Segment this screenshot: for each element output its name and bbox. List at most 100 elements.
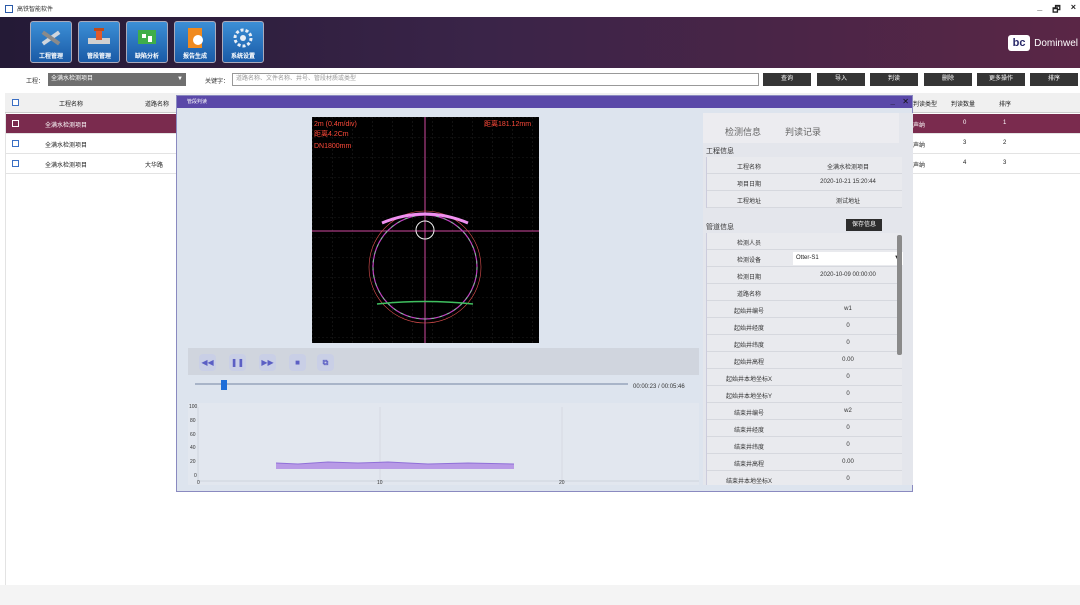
y-tick: 0 [194,473,197,479]
device-select[interactable]: Otter-S1▼ [793,252,903,265]
col-order[interactable]: 排序 [999,99,1011,108]
chevron-down-icon: ▼ [177,76,183,82]
rewind-button[interactable]: ◀◀ [199,354,216,371]
cell-interpret-count: 3 [963,140,967,146]
field-value[interactable]: 2020-10-09 00:00:00 [793,272,903,278]
field-row: 工程名称 全满水检测项目 [707,157,902,174]
y-tick: 40 [190,445,196,451]
field-value[interactable]: 0 [793,391,903,397]
field-value[interactable]: 0 [793,340,903,346]
save-info-button[interactable]: 保存信息 [846,219,882,231]
field-row: 起始井经度 0 [707,318,902,335]
system-settings-button[interactable]: 系统设置 [222,21,264,63]
gear-icon [233,28,253,48]
defect-analysis-icon [138,30,156,44]
query-button[interactable]: 查询 [763,73,811,86]
scope-corner-text: 距离181.12mm [484,119,531,128]
y-tick: 20 [190,459,196,465]
field-key: 起始井经度 [733,326,764,332]
field-row: 起始井高程 0.00 [707,352,902,369]
keyword-search-input[interactable]: 道路名称、文件名称、井号、管段材质或类型 [232,73,759,86]
field-key: 工程地址 [736,199,761,205]
info-scrollbar[interactable] [897,235,902,355]
field-row: 道路名称 [707,284,902,301]
project-info-table: 工程名称 全满水检测项目 项目日期 2020-10-21 15:20:44 工程地址… [706,157,902,208]
field-value[interactable]: 0 [793,476,903,482]
delete-button[interactable]: 删除 [924,73,972,86]
stop-button[interactable]: ■ [289,354,306,371]
field-key: 结束井编号 [733,411,764,417]
sort-button[interactable]: 排序 [1030,73,1078,86]
cell-order: 3 [1003,160,1007,166]
cell-interpret-type: 声纳 [913,163,926,169]
more-actions-button[interactable]: 更多操作 [977,73,1025,86]
field-row: 结束井经度 0 [707,420,902,437]
tool-label: 报告生成 [182,54,207,60]
field-value[interactable]: 0.00 [793,459,903,465]
divider [5,113,6,585]
tab-interpret-records[interactable]: 判读记录 [785,125,821,138]
project-select-value: 全满水检测项目 [51,76,94,82]
field-row: 项目日期 2020-10-21 15:20:44 [707,174,902,191]
field-key: 检测日期 [736,275,761,281]
project-management-button[interactable]: 工程管理 [30,21,72,63]
field-value[interactable]: 0 [793,425,903,431]
x-tick: 20 [559,480,565,485]
col-interpret-count[interactable]: 判读数量 [951,99,975,108]
import-button[interactable]: 导入 [817,73,865,86]
field-value[interactable]: 0 [793,442,903,448]
interpret-button[interactable]: 判读 [870,73,918,86]
field-row: 检测设备 Otter-S1▼ [707,250,903,267]
dialog-close-button[interactable]: ✕ [902,96,909,108]
field-value: 全满水检测项目 [826,165,869,171]
cell-interpret-count: 4 [963,160,967,166]
cell-interpret-type: 声纳 [913,143,926,149]
field-value[interactable]: 0.00 [793,357,903,363]
defect-analysis-button[interactable]: 缺陷分析 [126,21,168,63]
field-key: 工程名称 [736,165,761,171]
field-key: 检测设备 [736,258,761,264]
tool-label: 管段管理 [86,54,111,60]
tab-inspection-info[interactable]: 检测信息 [725,125,761,138]
fast-forward-button[interactable]: ▶▶ [259,354,276,371]
field-value[interactable]: w1 [793,306,903,312]
field-key: 项目日期 [736,182,761,188]
cell-interpret-type: 声纳 [913,123,926,129]
field-value[interactable]: 0 [793,374,903,380]
timeline-thumb[interactable] [220,380,227,390]
maximize-window-button[interactable]: 🗗 [1052,2,1060,18]
field-value[interactable]: 0 [793,323,903,329]
project-select[interactable]: 全满水检测项目 ▼ [48,73,186,86]
playback-timeline[interactable] [195,383,628,385]
field-row: 起始井本地坐标Y 0 [707,386,902,403]
field-key: 道路名称 [736,292,761,298]
field-key: 起始井本地坐标X [725,377,772,383]
col-project-name[interactable]: 工程名称 [59,99,83,108]
field-row: 工程地址 测试地址 [707,191,902,208]
dialog-minimize-button[interactable]: _ [891,96,895,108]
snapshot-button[interactable]: ⧉ [317,354,334,371]
close-window-button[interactable]: × [1071,2,1076,18]
field-row: 结束井编号 w2 [707,403,902,420]
col-interpret-type[interactable]: 判读类型 [913,99,937,108]
info-tabs: 检测信息 判读记录 [703,113,899,143]
depth-graph-plot: 100 80 60 40 20 0 0 10 20 [189,404,699,486]
report-icon [188,28,203,48]
report-generation-button[interactable]: 报告生成 [174,21,216,63]
pipe-management-button[interactable]: 管段管理 [78,21,120,63]
col-road-name[interactable]: 道路名称 [145,99,169,108]
row-checkbox[interactable] [12,120,19,127]
field-row: 结束井高程 0.00 [707,454,902,471]
row-checkbox[interactable] [12,160,19,167]
cell-order: 2 [1003,140,1007,146]
row-checkbox[interactable] [12,140,19,147]
pause-button[interactable]: ❚❚ [229,354,246,371]
minimize-window-button[interactable]: _ [1037,2,1042,18]
select-all-checkbox[interactable] [12,99,19,106]
sonar-scope-view[interactable]: 2m (0.4m/div) 距离4.2Cm DN1800mm 距离181.12m… [312,117,539,343]
brand-logo: bc [1008,35,1031,51]
pipe-info-table: 检测人员 检测设备 Otter-S1▼ 检测日期 2020-10-09 00:00:… [706,233,903,485]
field-key: 结束井纬度 [733,445,764,451]
field-key: 起始井编号 [733,309,764,315]
field-value[interactable]: w2 [793,408,903,414]
